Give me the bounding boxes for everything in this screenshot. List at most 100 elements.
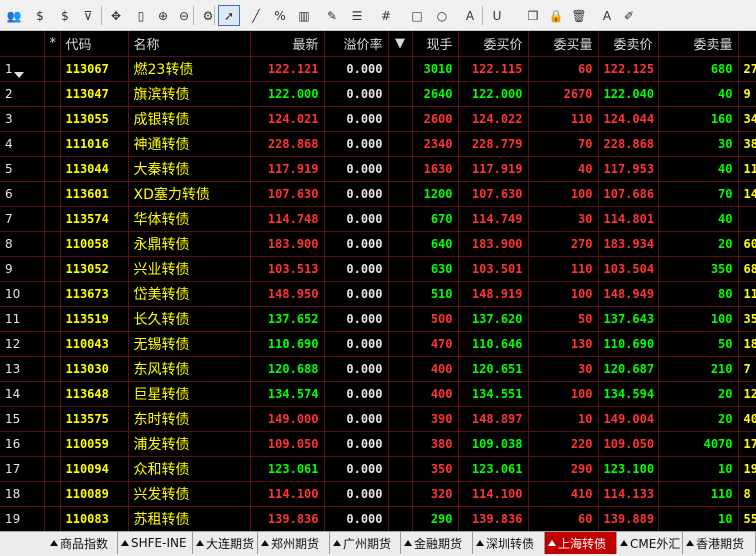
header-index[interactable] xyxy=(0,31,45,57)
lock-icon[interactable]: 🔒 xyxy=(545,5,567,26)
line-icon[interactable]: ╱ xyxy=(245,5,267,26)
grid-icon[interactable]: # xyxy=(375,5,397,26)
row-premium: 0.000 xyxy=(324,331,389,357)
header-premium[interactable]: 溢价率 xyxy=(324,31,389,57)
pointer-icon[interactable]: ➚ xyxy=(218,5,240,26)
row-ask: 124.044 xyxy=(598,106,659,132)
table-row[interactable]: 7 113574 华体转债 114.748 0.000 670 114.749 30 114.8… xyxy=(0,206,756,232)
row-extra: 19 xyxy=(738,456,756,482)
zoom-in-icon[interactable]: ⊕ xyxy=(152,5,174,26)
row-bid: 103.501 xyxy=(458,256,529,282)
row-volume: 670 xyxy=(412,206,459,232)
table-row[interactable]: 16 110059 浦发转债 109.050 0.000 380 109.038 220 109… xyxy=(0,431,756,457)
table-row[interactable]: 11 113519 长久转债 137.652 0.000 500 137.620 50 137.… xyxy=(0,306,756,332)
header-name[interactable]: 名称 xyxy=(128,31,251,57)
tab-arrow-icon xyxy=(261,540,269,546)
header-sort[interactable]: ▼ xyxy=(388,31,413,57)
gear-icon[interactable]: ⚙ xyxy=(197,5,219,26)
row-ask-qty: 70 xyxy=(658,181,739,207)
row-code: 113601 xyxy=(60,181,129,207)
color-a-icon[interactable]: A xyxy=(596,5,618,26)
fill-icon[interactable]: ✐ xyxy=(618,5,640,26)
market-tab[interactable]: 郑州期货 xyxy=(258,532,330,554)
row-sort xyxy=(388,331,413,357)
table-row[interactable]: 2 113047 旗滨转债 122.000 0.000 2640 122.000 2670 12… xyxy=(0,81,756,107)
ruler-icon[interactable]: ▥ xyxy=(293,5,315,26)
table-row[interactable]: 9 113052 兴业转债 103.513 0.000 630 103.501 110 103.… xyxy=(0,256,756,282)
row-bid: 148.919 xyxy=(458,281,529,307)
bar-icon[interactable]: ▯ xyxy=(130,5,152,26)
header-volume[interactable]: 现手 xyxy=(412,31,459,57)
row-code: 110083 xyxy=(60,506,129,531)
row-sort xyxy=(388,131,413,157)
row-last: 107.630 xyxy=(250,181,325,207)
tab-arrow-icon xyxy=(620,540,628,546)
market-tab[interactable]: 深圳转债 xyxy=(473,532,545,554)
text-icon[interactable]: A xyxy=(459,5,481,26)
zoom-out-icon[interactable]: ⊖ xyxy=(173,5,195,26)
market-tab[interactable]: 上海转债 xyxy=(545,532,617,554)
header-code[interactable]: 代码 xyxy=(60,31,129,57)
row-extra: 607 xyxy=(738,231,756,257)
row-ask-qty: 160 xyxy=(658,106,739,132)
dollar-icon[interactable]: $ xyxy=(29,5,51,26)
row-volume: 510 xyxy=(412,281,459,307)
table-row[interactable]: 15 113575 东时转债 149.000 0.000 390 148.897 10 149.… xyxy=(0,406,756,432)
move-icon[interactable]: ✥ xyxy=(105,5,127,26)
table-row[interactable]: 4 111016 神通转债 228.868 0.000 2340 228.779 70 228.… xyxy=(0,131,756,157)
row-star xyxy=(44,356,61,382)
table-row[interactable]: 10 113673 岱美转债 148.950 0.000 510 148.919 100 148… xyxy=(0,281,756,307)
market-tab[interactable]: 香港期货 xyxy=(683,532,756,554)
row-ask-qty: 80 xyxy=(658,281,739,307)
row-ask-qty: 100 xyxy=(658,306,739,332)
table-row[interactable]: 3 113055 成银转债 124.021 0.000 2600 124.022 110 124… xyxy=(0,106,756,132)
header-last[interactable]: 最新 xyxy=(250,31,325,57)
header-bid[interactable]: 委买价 xyxy=(458,31,529,57)
market-tab[interactable]: SHFE-INE xyxy=(118,532,193,554)
header-extra[interactable] xyxy=(738,31,756,57)
header-ask-qty[interactable]: 委卖量 xyxy=(658,31,739,57)
tab-arrow-icon xyxy=(548,540,556,546)
dollar-settings-icon[interactable]: $ xyxy=(54,5,76,26)
table-row[interactable]: 17 110094 众和转债 123.061 0.000 350 123.061 290 123… xyxy=(0,456,756,482)
table-row[interactable]: 1 113067 燃23转债 122.121 0.000 3010 122.115 60 122… xyxy=(0,56,756,82)
rectangle-icon[interactable]: □ xyxy=(406,5,428,26)
header-ask[interactable]: 委卖价 xyxy=(598,31,659,57)
table-row[interactable]: 12 110043 无锡转债 110.690 0.000 470 110.646 130 110… xyxy=(0,331,756,357)
row-volume: 3010 xyxy=(412,56,459,82)
levels-icon[interactable]: ☰ xyxy=(346,5,368,26)
table-row[interactable]: 8 110058 永鼎转债 183.900 0.000 640 183.900 270 183.… xyxy=(0,231,756,257)
column-menu-icon[interactable] xyxy=(14,72,24,78)
market-tab[interactable]: 广州期货 xyxy=(330,532,401,554)
table-row[interactable]: 18 110089 兴发转债 114.100 0.000 320 114.100 410 114… xyxy=(0,481,756,507)
table-row[interactable]: 5 113044 大秦转债 117.919 0.000 1630 117.919 40 117.… xyxy=(0,156,756,182)
filter-icon[interactable]: ⊽ xyxy=(77,5,99,26)
percent-icon[interactable]: % xyxy=(269,5,291,26)
row-sort xyxy=(388,56,413,82)
market-tab[interactable]: 大连期货 xyxy=(193,532,258,554)
row-star xyxy=(44,281,61,307)
row-extra: 11 xyxy=(738,156,756,182)
ellipse-icon[interactable]: ○ xyxy=(431,5,453,26)
table-row[interactable]: 14 113648 巨星转债 134.574 0.000 400 134.551 100 134… xyxy=(0,381,756,407)
row-name: 众和转债 xyxy=(128,456,251,482)
people-icon[interactable]: 👥 xyxy=(3,5,25,26)
market-tab[interactable]: 金融期货 xyxy=(401,532,473,554)
pen-icon[interactable]: ✎ xyxy=(321,5,343,26)
row-ask-qty: 30 xyxy=(658,131,739,157)
table-row[interactable]: 13 113030 东风转债 120.688 0.000 400 120.651 30 120.… xyxy=(0,356,756,382)
header-bid-qty[interactable]: 委买量 xyxy=(528,31,599,57)
header-star[interactable]: * xyxy=(44,31,61,57)
table-row[interactable]: 19 110083 苏租转债 139.836 0.000 290 139.836 60 139.… xyxy=(0,506,756,531)
magnet-icon[interactable]: U xyxy=(486,5,508,26)
row-sort xyxy=(388,156,413,182)
row-bid: 134.551 xyxy=(458,381,529,407)
market-tab[interactable]: CME外汇 xyxy=(617,532,683,554)
copy-icon[interactable]: ❐ xyxy=(522,5,544,26)
row-extra: 17 xyxy=(738,431,756,457)
delete-icon[interactable]: 🗑 xyxy=(568,5,590,26)
market-tab[interactable]: 商品指数 xyxy=(47,532,118,554)
table-row[interactable]: 6 113601 XD塞力转债 107.630 0.000 1200 107.630 100 1… xyxy=(0,181,756,207)
row-bid-qty: 30 xyxy=(528,206,599,232)
row-volume: 320 xyxy=(412,481,459,507)
